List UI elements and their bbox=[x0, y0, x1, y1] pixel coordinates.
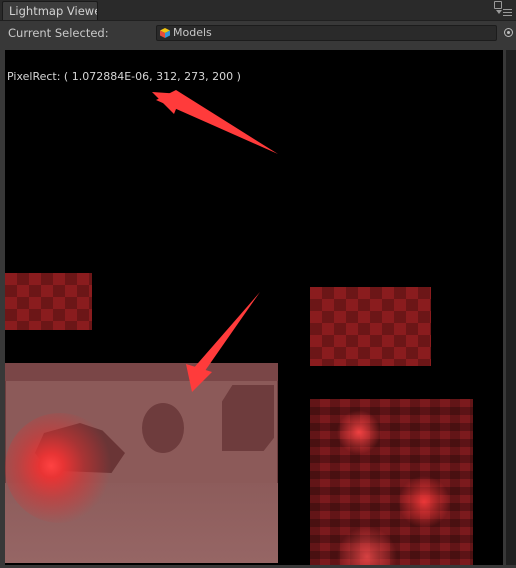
lightmap-shadow-hex bbox=[222, 385, 274, 451]
menu-icon[interactable] bbox=[503, 9, 512, 16]
lightmap-shadow-ellipse bbox=[142, 403, 184, 453]
lightmap-viewer-window: Lightmap Viewe Current Selected: Models … bbox=[0, 0, 516, 568]
lightmap-viewport[interactable]: PixelRect: ( 1.072884E-06, 312, 273, 200… bbox=[5, 50, 503, 565]
cube-icon bbox=[160, 28, 170, 38]
object-picker-icon[interactable] bbox=[504, 28, 513, 37]
current-selected-label: Current Selected: bbox=[8, 26, 109, 40]
window-controls bbox=[494, 1, 512, 19]
tab-lightmap-viewer[interactable]: Lightmap Viewe bbox=[2, 1, 98, 20]
lightmap-tile bbox=[5, 273, 92, 330]
dropdown-caret-icon bbox=[496, 10, 502, 14]
lightmap-band bbox=[5, 363, 278, 381]
lock-icon[interactable] bbox=[494, 1, 502, 9]
right-edge-panel bbox=[506, 50, 516, 565]
object-field-value: Models bbox=[173, 26, 212, 39]
lightmap-tile bbox=[310, 287, 431, 366]
tab-strip: Lightmap Viewe bbox=[0, 0, 516, 21]
lightmap-tile bbox=[310, 399, 473, 565]
light-glow bbox=[5, 413, 115, 523]
current-selected-row: Current Selected: Models bbox=[0, 21, 516, 47]
object-field[interactable]: Models bbox=[156, 25, 497, 41]
pixel-rect-readout: PixelRect: ( 1.072884E-06, 312, 273, 200… bbox=[7, 70, 241, 83]
lightmap-tile-selected[interactable] bbox=[5, 363, 278, 563]
